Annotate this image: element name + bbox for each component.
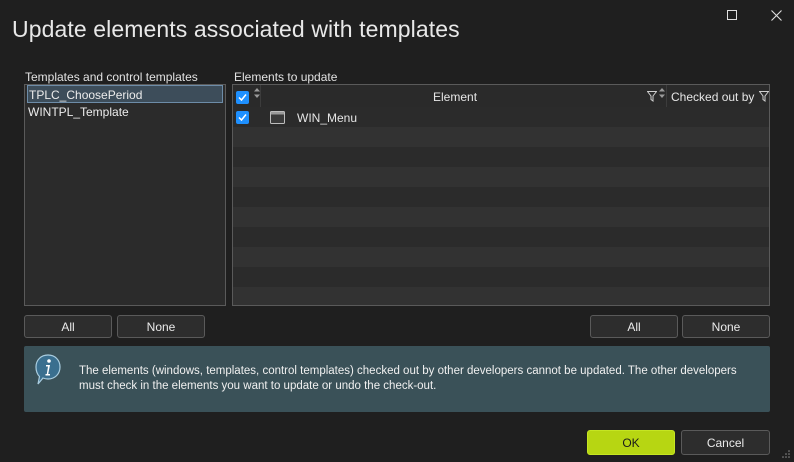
table-row[interactable]: WIN_Menu (233, 107, 769, 127)
info-icon (35, 354, 61, 385)
empty-row (233, 187, 769, 207)
window-controls (700, 4, 788, 26)
cancel-button[interactable]: Cancel (681, 430, 770, 455)
template-item-label: WINTPL_Template (28, 105, 129, 119)
empty-row (233, 147, 769, 167)
templates-all-button[interactable]: All (24, 315, 112, 338)
column-header-element[interactable]: Element (433, 90, 477, 104)
templates-list[interactable]: TPLC_ChoosePeriod WINTPL_Template (24, 84, 226, 306)
empty-row (233, 247, 769, 267)
filter-icon[interactable] (647, 91, 657, 102)
close-button[interactable] (764, 4, 788, 26)
resize-grip-icon[interactable] (782, 450, 790, 458)
template-item[interactable]: WINTPL_Template (27, 103, 223, 121)
element-name: WIN_Menu (297, 111, 358, 125)
checkmark-icon (238, 94, 247, 102)
elements-all-button[interactable]: All (590, 315, 678, 338)
maximize-button[interactable] (720, 4, 744, 26)
ok-button[interactable]: OK (587, 430, 675, 455)
window-icon (270, 111, 285, 124)
empty-row (233, 287, 769, 305)
template-item[interactable]: TPLC_ChoosePeriod (27, 85, 223, 103)
checkmark-icon (238, 114, 247, 122)
empty-row (233, 127, 769, 147)
sort-icon[interactable] (659, 88, 665, 98)
row-checkbox[interactable] (236, 111, 249, 124)
templates-none-button[interactable]: None (117, 315, 205, 338)
column-header-checked-out-by[interactable]: Checked out by (671, 90, 754, 104)
close-icon (770, 9, 782, 21)
elements-grid[interactable]: Element Checked out by WIN_Menu (232, 84, 770, 306)
empty-row (233, 227, 769, 247)
dialog-title: Update elements associated with template… (12, 16, 460, 42)
empty-row (233, 207, 769, 227)
empty-row (233, 267, 769, 287)
select-all-checkbox[interactable] (236, 91, 249, 104)
maximize-icon (727, 10, 737, 20)
template-item-label: TPLC_ChoosePeriod (29, 88, 143, 102)
info-panel: The elements (windows, templates, contro… (24, 346, 770, 412)
templates-label: Templates and control templates (25, 70, 198, 84)
filter-icon[interactable] (759, 91, 769, 102)
elements-label: Elements to update (234, 70, 338, 84)
elements-none-button[interactable]: None (682, 315, 770, 338)
empty-row (233, 167, 769, 187)
info-message: The elements (windows, templates, contro… (79, 365, 737, 392)
